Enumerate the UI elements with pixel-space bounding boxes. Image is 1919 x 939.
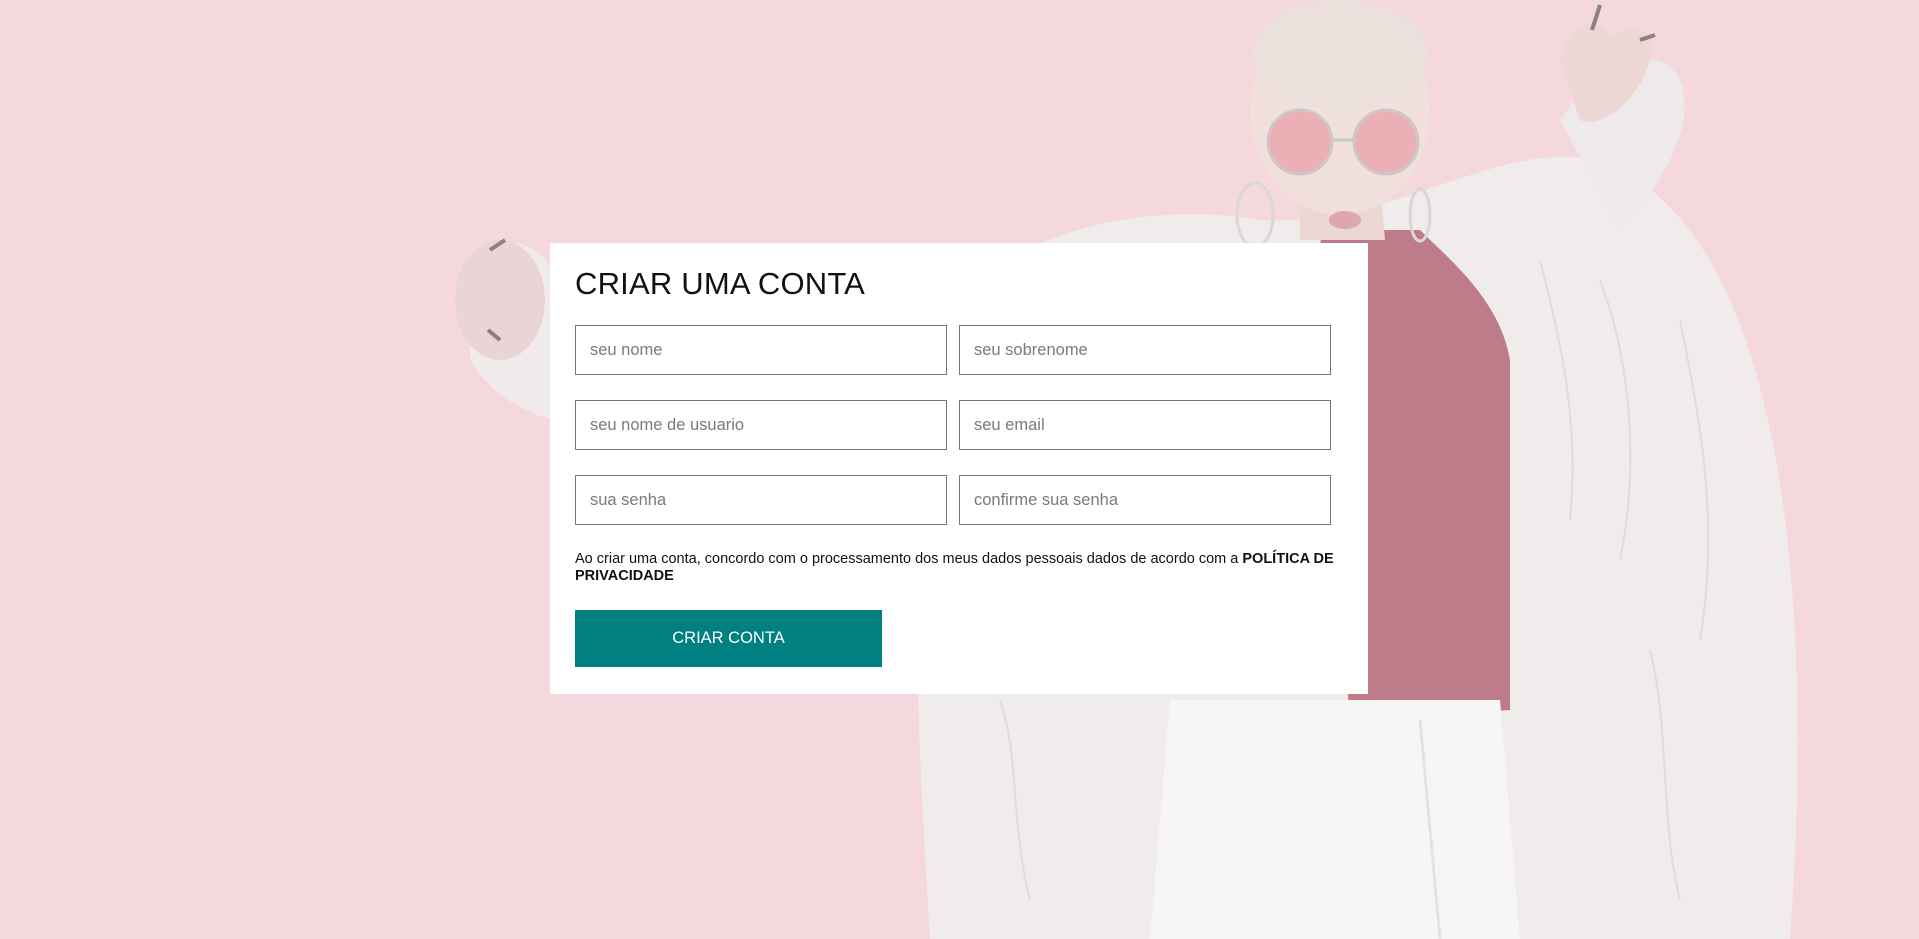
last-name-input[interactable]	[959, 325, 1331, 375]
create-account-button[interactable]: CRIAR CONTA	[575, 610, 882, 667]
email-input[interactable]	[959, 400, 1331, 450]
form-title: CRIAR UMA CONTA	[575, 266, 866, 301]
register-card: CRIAR UMA CONTA Ao criar uma conta, conc…	[550, 243, 1368, 694]
password-input[interactable]	[575, 475, 947, 525]
form-fields-grid	[575, 325, 1343, 525]
consent-text: Ao criar uma conta, concordo com o proce…	[575, 551, 1243, 567]
privacy-consent-text: Ao criar uma conta, concordo com o proce…	[575, 551, 1343, 585]
register-page: CRIAR UMA CONTA Ao criar uma conta, conc…	[0, 0, 1919, 939]
username-input[interactable]	[575, 400, 947, 450]
first-name-input[interactable]	[575, 325, 947, 375]
confirm-password-input[interactable]	[959, 475, 1331, 525]
